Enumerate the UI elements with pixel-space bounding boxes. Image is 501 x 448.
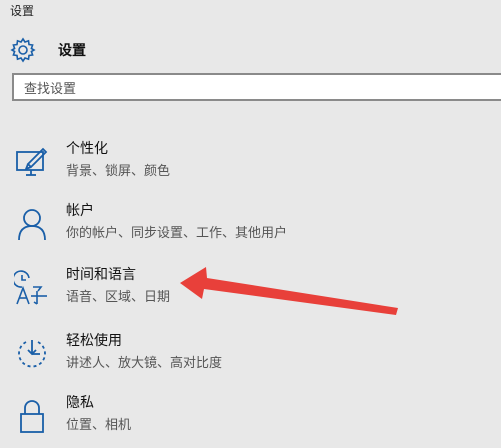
- settings-item-name: 轻松使用: [66, 333, 122, 349]
- settings-item-desc: 语音、区域、日期: [66, 290, 171, 305]
- settings-item-name: 时间和语言: [66, 267, 136, 283]
- personalization-icon: [16, 147, 48, 176]
- search-input[interactable]: 查找设置: [12, 73, 501, 101]
- search-placeholder: 查找设置: [24, 81, 77, 97]
- page-title: 设置: [58, 43, 86, 59]
- settings-item-desc: 位置、相机: [66, 418, 132, 433]
- settings-item-ease-of-access[interactable]: 轻松使用 讲述人、放大镜、高对比度: [0, 328, 501, 386]
- window-title: 设置: [10, 4, 35, 18]
- settings-header: 设置: [10, 37, 86, 63]
- lock-icon: [20, 400, 44, 433]
- account-icon: [18, 209, 46, 241]
- settings-item-privacy[interactable]: 隐私 位置、相机: [0, 390, 501, 448]
- settings-item-name: 隐私: [66, 395, 94, 411]
- settings-item-desc: 讲述人、放大镜、高对比度: [66, 356, 223, 371]
- settings-item-personalization[interactable]: 个性化 背景、锁屏、颜色: [0, 136, 501, 194]
- settings-item-name: 帐户: [66, 203, 94, 219]
- settings-item-accounts[interactable]: 帐户 你的帐户、同步设置、工作、其他用户: [0, 198, 501, 256]
- settings-item-desc: 你的帐户、同步设置、工作、其他用户: [66, 226, 288, 241]
- settings-item-name: 个性化: [66, 141, 108, 157]
- settings-item-desc: 背景、锁屏、颜色: [66, 164, 171, 179]
- ease-of-access-icon: [18, 340, 46, 368]
- time-language-icon: [14, 270, 47, 305]
- gear-icon: [10, 37, 36, 63]
- settings-item-time-language[interactable]: 时间和语言 语音、区域、日期: [0, 262, 501, 320]
